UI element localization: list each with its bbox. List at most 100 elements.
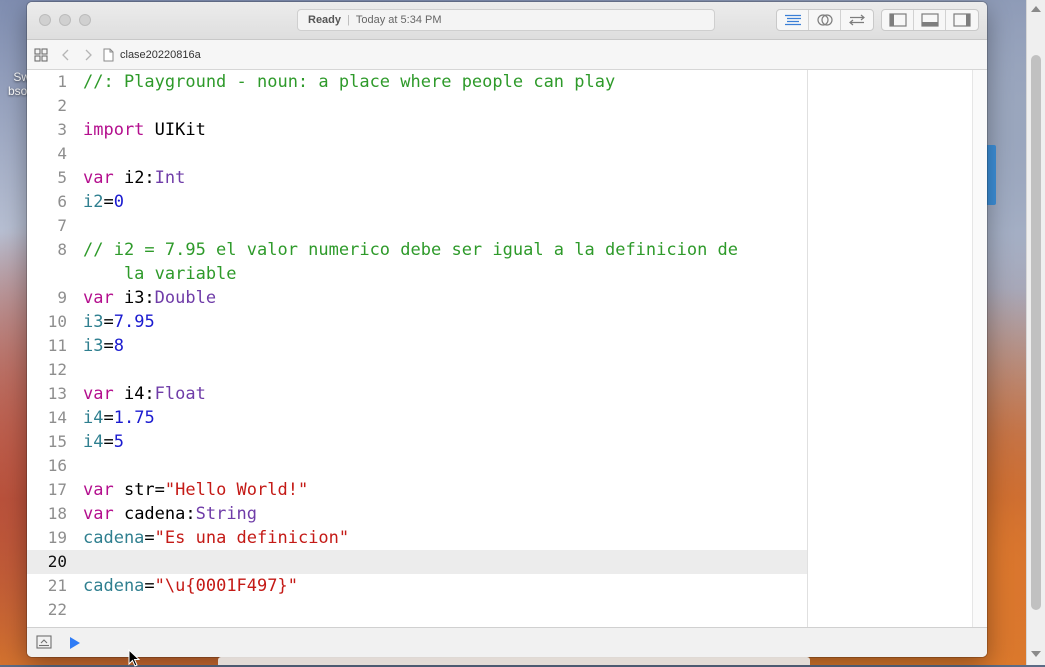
code-line[interactable]: 7 [27,214,807,238]
code-token-type: Float [154,384,206,404]
code-text: cadena="\u{0001F497}" [83,574,298,598]
scrollbar-thumb[interactable] [1031,55,1041,610]
build-status: Ready [308,14,342,26]
code-token-str: "Hello World!" [164,480,309,500]
close-icon[interactable] [39,14,51,26]
assistant-editor-icon [816,14,833,26]
line-number: 21 [47,576,67,595]
code-text: var cadena:String [83,502,257,526]
code-line[interactable]: 22 [27,598,807,622]
related-items-icon[interactable] [27,47,55,62]
forward-chevron-icon[interactable] [77,49,99,61]
view-toggles-segmented-control [881,9,979,31]
swift-file-icon [99,48,117,62]
line-number: 7 [57,216,67,235]
code-line[interactable]: 5 var i2:Int [27,166,807,190]
code-token-plain: = [103,408,114,428]
code-token-comment: la variable [83,264,237,284]
standard-editor-icon [784,14,801,26]
code-line[interactable]: 14 i4=1.75 [27,406,807,430]
code-token-plain: = [103,192,114,212]
code-token-plain: = [103,432,114,452]
utilities-toggle-button[interactable] [946,10,978,30]
code-text: i3=8 [83,334,124,358]
minimize-icon[interactable] [59,14,71,26]
dock-edge [218,657,810,665]
code-token-var: cadena [83,528,145,548]
source-editor[interactable]: 1 //: Playground - noun: a place where pe… [27,70,807,627]
scroll-up-arrow-icon[interactable] [1031,6,1041,12]
desktop-label-line-1: Sw [13,70,30,84]
code-text: var i3:Double [83,286,216,310]
zoom-icon[interactable] [79,14,91,26]
code-token-kw: var [83,480,114,500]
code-token-type: Double [154,288,217,308]
desktop-label-line-2: bsol [7,84,30,98]
code-token-kw: import [83,120,145,140]
line-number: 13 [47,384,67,403]
status-timestamp: Today at 5:34 PM [355,14,442,26]
code-line-continuation[interactable]: la variable [27,262,807,286]
code-text: // i2 = 7.95 el valor numerico debe ser … [83,238,738,262]
line-number: 2 [57,96,67,115]
code-text: import UIKit [83,118,206,142]
code-token-type: Int [154,168,186,188]
code-line[interactable]: 8 // i2 = 7.95 el valor numerico debe ser… [27,238,807,262]
code-line[interactable]: 10 i3=7.95 [27,310,807,334]
jumpbar-file-name[interactable]: clase20220816a [120,49,201,61]
code-line[interactable]: 21 cadena="\u{0001F497}" [27,574,807,598]
code-line[interactable]: 4 [27,142,807,166]
navigator-toggle-button[interactable] [882,10,914,30]
line-number: 4 [57,144,67,163]
code-text: cadena="Es una definicion" [83,526,349,550]
window-toolbar: Ready | Today at 5:34 PM [27,2,987,40]
line-number: 9 [57,288,67,307]
code-line[interactable]: 18 var cadena:String [27,502,807,526]
code-line[interactable]: 3 import UIKit [27,118,807,142]
code-line[interactable]: 12 [27,358,807,382]
code-token-var: i3 [83,336,104,356]
code-line[interactable]: 19 cadena="Es una definicion" [27,526,807,550]
assistant-editor-button[interactable] [809,10,841,30]
line-number: 19 [47,528,67,547]
show-debug-area-icon[interactable] [36,635,52,654]
results-scrollbar[interactable] [972,70,987,627]
code-text: var str="Hello World!" [83,478,308,502]
code-token-plain: = [144,528,155,548]
code-token-kw: var [83,168,114,188]
debug-bar [27,627,987,657]
run-playground-icon[interactable] [69,636,81,655]
utilities-toggle-icon [953,13,971,27]
code-line[interactable]: 1 //: Playground - noun: a place where pe… [27,70,807,94]
version-editor-button[interactable] [841,10,873,30]
code-token-kw: var [83,504,114,524]
code-token-var: i3 [83,312,104,332]
line-number: 20 [47,552,67,571]
code-line[interactable]: 11 i3=8 [27,334,807,358]
code-token-plain: UIKit [144,120,206,140]
desktop-icon-label[interactable]: Sw bsol [0,70,30,98]
line-number: 10 [47,312,67,331]
navigator-toggle-icon [888,13,907,27]
line-number: 6 [57,192,67,211]
code-token-plain: = [144,576,155,596]
code-line[interactable]: 13 var i4:Float [27,382,807,406]
code-line[interactable]: 9 var i3:Double [27,286,807,310]
screen-scrollbar[interactable] [1026,0,1045,665]
code-token-plain: i3: [113,288,155,308]
code-token-num: 7.95 [113,312,155,332]
code-token-num: 8 [113,336,124,356]
code-line[interactable]: 17 var str="Hello World!" [27,478,807,502]
scroll-down-arrow-icon[interactable] [1031,651,1041,657]
code-line[interactable]: 16 [27,454,807,478]
code-line[interactable]: 15 i4=5 [27,430,807,454]
standard-editor-button[interactable] [777,10,809,30]
debug-area-toggle-button[interactable] [914,10,946,30]
code-line[interactable]: 6 i2=0 [27,190,807,214]
code-line[interactable]: 20 [27,550,807,574]
code-text: i4=1.75 [83,406,155,430]
back-chevron-icon[interactable] [55,49,77,61]
code-text: i4=5 [83,430,124,454]
code-line[interactable]: 2 [27,94,807,118]
line-number: 18 [47,504,67,523]
